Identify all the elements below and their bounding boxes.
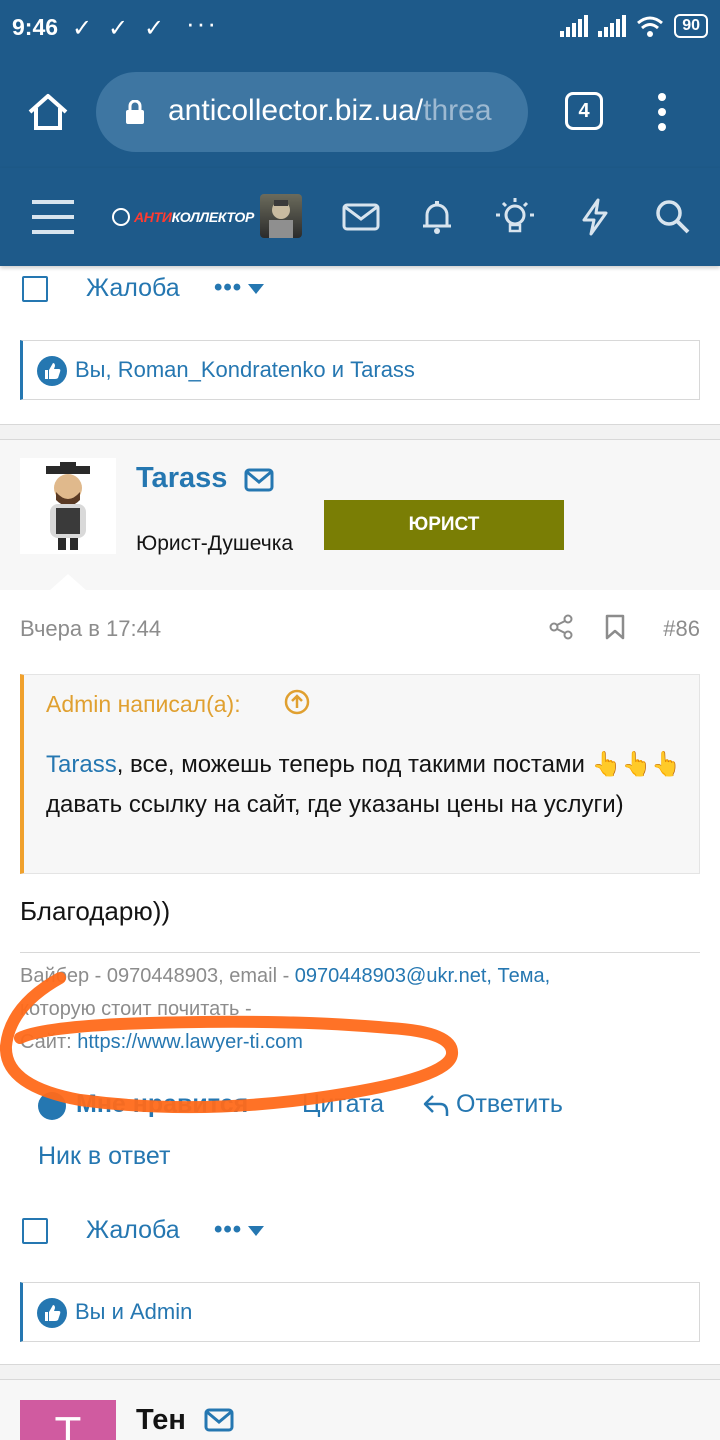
bookmark-icon[interactable] (604, 614, 626, 640)
mail-icon[interactable] (244, 468, 274, 492)
author-avatar[interactable] (20, 458, 116, 554)
overflow-menu-icon[interactable] (652, 92, 672, 132)
quote-button[interactable]: Цитата (302, 1090, 384, 1119)
reply-button[interactable]: Ответить (456, 1090, 563, 1119)
post-separator (0, 424, 720, 440)
site-logo[interactable]: АНТИКОЛЛЕКТОР (112, 206, 254, 228)
battery-icon: 90 (674, 14, 708, 38)
like-icon (37, 356, 67, 386)
lock-icon (126, 100, 144, 124)
select-post-checkbox[interactable] (22, 276, 48, 302)
lightbulb-icon[interactable] (494, 196, 536, 238)
logo-text: АНТИКОЛЛЕКТОР (134, 209, 255, 225)
user-role-badge: ЮРИСТ (324, 500, 564, 550)
share-icon[interactable] (548, 614, 574, 640)
next-author-avatar[interactable]: Т (20, 1400, 116, 1440)
quote-author[interactable]: Admin написал(а): (46, 691, 241, 718)
next-post-author-block: Т Тен (0, 1380, 720, 1440)
jump-to-quote-icon[interactable] (284, 689, 310, 715)
reactions-bar[interactable]: Вы, Roman_Kondratenko и Tarass (20, 340, 700, 400)
post-separator (0, 1364, 720, 1380)
signal-icon (598, 15, 627, 37)
reactions-text[interactable]: Вы и Admin (75, 1299, 192, 1325)
reply-icon[interactable] (422, 1092, 450, 1118)
signature-email-link[interactable]: 0970448903@ukr.net (295, 965, 487, 987)
more-options-icon[interactable]: ••• (214, 1216, 242, 1244)
next-author-username[interactable]: Тен (136, 1404, 186, 1437)
report-link[interactable]: Жалоба (86, 274, 180, 303)
mail-icon[interactable] (204, 1408, 234, 1432)
signature: Вайбер - 0970448903, email - 0970448903@… (20, 965, 551, 1053)
logo-shield-icon (112, 208, 130, 226)
post-author-block: Tarass Юрист-Душечка ЮРИСТ (0, 440, 720, 590)
wifi-icon (637, 16, 664, 37)
quote-text: Tarass, все, можешь теперь под такими по… (46, 751, 682, 818)
notification-check-icon: ✓ (108, 15, 129, 42)
status-indicators: 90 (560, 14, 708, 38)
author-username[interactable]: Tarass (136, 462, 227, 495)
address-bar[interactable]: anticollector.biz.ua/threa (96, 72, 528, 152)
nick-reply-button[interactable]: Ник в ответ (38, 1142, 170, 1171)
pointing-up-emoji: 👆👆👆 (591, 751, 682, 778)
quote-block: Admin написал(а): Tarass, все, можешь те… (20, 674, 700, 874)
report-link[interactable]: Жалоба (86, 1216, 180, 1245)
author-title: Юрист-Душечка (136, 532, 294, 555)
browser-toolbar: anticollector.biz.ua/threa 4 (0, 56, 720, 168)
tabs-count-button[interactable]: 4 (565, 92, 603, 130)
hamburger-menu-icon[interactable] (32, 196, 74, 238)
like-button[interactable]: Мне нравится (76, 1090, 248, 1119)
reactions-bar[interactable]: Вы и Admin (20, 1282, 700, 1342)
like-icon[interactable] (38, 1092, 66, 1120)
status-bar: 9:46 ✓ ✓ ✓ ··· 90 (0, 0, 720, 56)
mail-icon[interactable] (340, 196, 382, 238)
like-icon (37, 1298, 67, 1328)
chevron-down-icon[interactable] (248, 1226, 264, 1236)
search-icon[interactable] (652, 196, 694, 238)
chevron-down-icon[interactable] (248, 284, 264, 294)
post-date[interactable]: Вчера в 17:44 (20, 616, 161, 642)
select-post-checkbox[interactable] (22, 1218, 48, 1244)
home-icon[interactable] (26, 92, 70, 132)
post-body: Благодарю)) (20, 896, 171, 926)
post-number-link[interactable]: #86 (663, 616, 700, 642)
more-notifications-icon: ··· (186, 8, 218, 38)
author-pointer (50, 574, 86, 590)
signature-site-link[interactable]: https://www.lawyer-ti.com (77, 1031, 303, 1053)
reactions-text[interactable]: Вы, Roman_Kondratenko и Tarass (75, 357, 415, 383)
lightning-icon[interactable] (574, 196, 616, 238)
thread-content: Жалоба ••• Вы, Roman_Kondratenko и Taras… (0, 266, 720, 1440)
notification-check-icon: ✓ (72, 15, 93, 42)
signature-divider (20, 952, 700, 953)
signature-topic-link[interactable]: , Тема, (486, 965, 550, 987)
quote-mention-link[interactable]: Tarass (46, 751, 117, 778)
bell-icon[interactable] (416, 196, 458, 238)
status-time: 9:46 (12, 14, 59, 40)
url-text[interactable]: anticollector.biz.ua/threa (168, 94, 492, 128)
user-avatar[interactable] (260, 194, 302, 238)
more-options-icon[interactable]: ••• (214, 274, 242, 302)
site-navbar: АНТИКОЛЛЕКТОР (0, 168, 720, 266)
signal-icon (560, 15, 589, 37)
notification-check-icon: ✓ (144, 15, 165, 42)
